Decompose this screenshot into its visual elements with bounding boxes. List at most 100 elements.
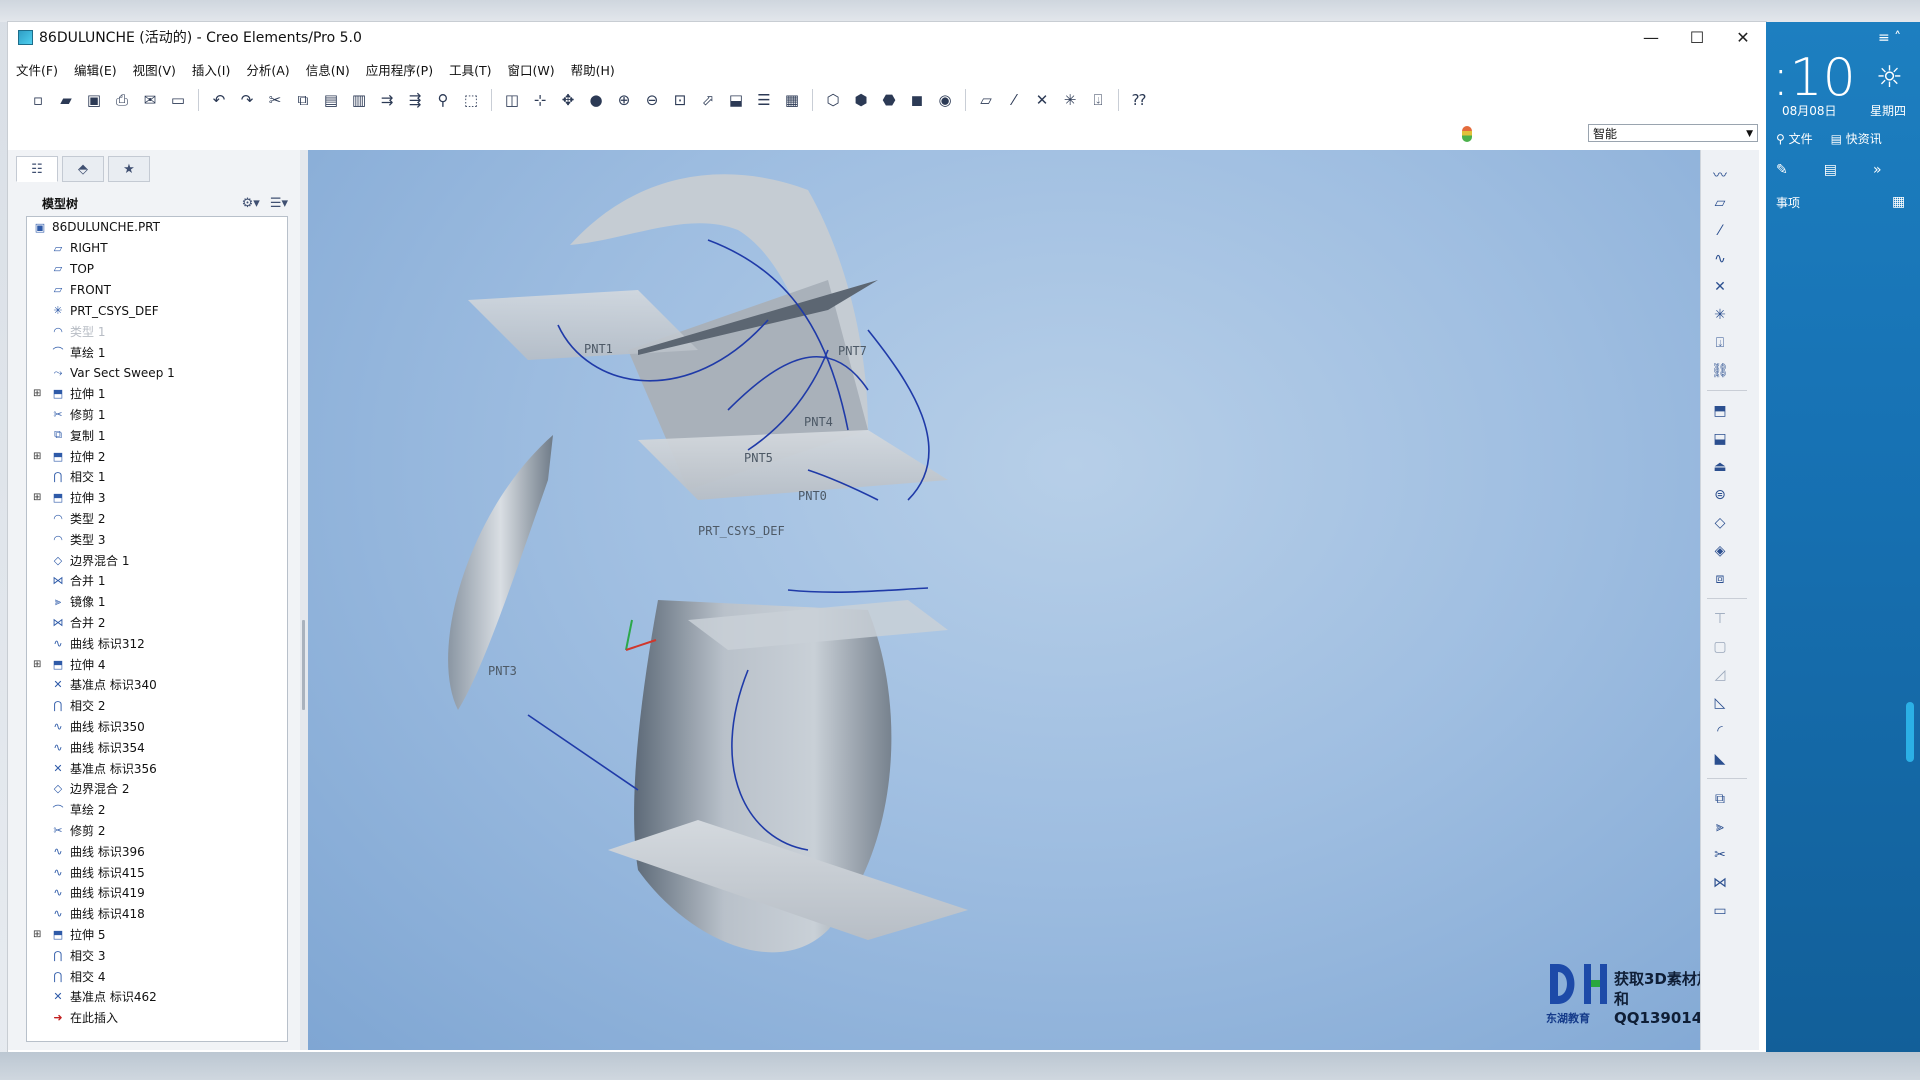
widget-menu-icon[interactable]: ≡ ˄ [1878, 30, 1901, 46]
tree-item[interactable]: ✕ 基准点 标识462 [27, 986, 287, 1007]
notes-icon[interactable]: ✎ [1776, 162, 1788, 178]
refit-icon[interactable]: ⊡ [668, 88, 692, 112]
menu-tools[interactable]: 工具(T) [441, 60, 499, 79]
tree-item[interactable]: ⋂ 相交 1 [27, 467, 287, 488]
paste-icon[interactable]: ▤ [319, 88, 343, 112]
datum-point-display-icon[interactable]: ✕ [1030, 88, 1054, 112]
tree-item[interactable]: ✳ PRT_CSYS_DEF [27, 300, 287, 321]
menu-applications[interactable]: 应用程序(P) [358, 60, 441, 79]
tree-item[interactable]: ▱ FRONT [27, 279, 287, 300]
qr-code-icon[interactable]: ▦ [1892, 194, 1905, 210]
tree-item[interactable]: ▱ RIGHT [27, 238, 287, 259]
favorites-tab-icon[interactable]: ★ [108, 156, 150, 182]
datum-plane-tool-icon[interactable]: ▱ [1709, 192, 1731, 214]
tree-item[interactable]: ⋂ 相交 3 [27, 945, 287, 966]
tree-item[interactable]: ∿ 曲线 标识419 [27, 883, 287, 904]
hidden-line-icon[interactable]: ⬢ [849, 88, 873, 112]
graphics-viewport[interactable]: PNT1 PNT7 PNT4 PNT5 PNT0 PRT_CSYS_DEF PN… [308, 150, 1700, 1050]
tree-item[interactable]: ⌒ 草绘 2 [27, 799, 287, 820]
datum-point-tool-icon[interactable]: ✕ [1709, 276, 1731, 298]
annotation-display-icon[interactable]: ⍗ [1086, 88, 1110, 112]
tree-item[interactable]: ⌒ 草绘 1 [27, 342, 287, 363]
menu-window[interactable]: 窗口(W) [499, 60, 562, 79]
menu-edit[interactable]: 编辑(E) [66, 60, 125, 79]
menu-help[interactable]: 帮助(H) [563, 60, 623, 79]
close-button[interactable]: ✕ [1720, 22, 1766, 52]
tree-item[interactable]: ∿ 曲线 标识312 [27, 633, 287, 654]
send-to-icon[interactable]: ▭ [166, 88, 190, 112]
tree-item[interactable]: ◇ 边界混合 2 [27, 779, 287, 800]
list-icon[interactable]: ▤ [1824, 162, 1837, 178]
tree-item[interactable]: ✂ 修剪 2 [27, 820, 287, 841]
tree-root-item[interactable]: ▣ 86DULUNCHE.PRT [27, 217, 287, 238]
minimize-button[interactable]: — [1628, 22, 1674, 52]
enhanced-realism-icon[interactable]: ◉ [933, 88, 957, 112]
tree-item[interactable]: ⋂ 相交 4 [27, 966, 287, 987]
menu-insert[interactable]: 插入(I) [184, 60, 238, 79]
tree-item[interactable]: ⋈ 合并 2 [27, 612, 287, 633]
shaded-icon[interactable]: ◼ [905, 88, 929, 112]
analysis-tool-icon[interactable]: ⍗ [1709, 332, 1731, 354]
shading-icon[interactable]: ● [584, 88, 608, 112]
expand-icon[interactable]: » [1873, 162, 1882, 178]
merge-tool-icon[interactable]: ⋈ [1709, 872, 1731, 894]
tree-item[interactable]: ▱ TOP [27, 259, 287, 280]
open-folder-icon[interactable]: ▰ [54, 88, 78, 112]
chamfer-tool-icon[interactable]: ◣ [1709, 748, 1731, 770]
mirror-tool-icon[interactable]: ⫸ [1709, 816, 1731, 838]
zoom-out-icon[interactable]: ⊖ [640, 88, 664, 112]
menu-info[interactable]: 信息(N) [298, 60, 358, 79]
widget-news[interactable]: ▤ 快资讯 [1831, 130, 1882, 147]
tree-item[interactable]: ⤳ Var Sect Sweep 1 [27, 363, 287, 384]
view-manager-icon[interactable]: ▦ [780, 88, 804, 112]
blend-tool-icon[interactable]: ⊜ [1709, 484, 1731, 506]
selection-filter-select[interactable]: 智能 ▼ [1588, 124, 1758, 142]
menu-analysis[interactable]: 分析(A) [238, 60, 297, 79]
tree-item[interactable]: ✂ 修剪 1 [27, 404, 287, 425]
var-sweep-tool-icon[interactable]: ⧈ [1709, 568, 1731, 590]
rib-tool-icon[interactable]: ◿ [1709, 664, 1731, 686]
shell-tool-icon[interactable]: ▢ [1709, 636, 1731, 658]
panel-splitter[interactable] [300, 150, 308, 1050]
print-icon[interactable]: ⎙ [110, 88, 134, 112]
save-icon[interactable]: ▣ [82, 88, 106, 112]
spin-center-icon[interactable]: ⊹ [528, 88, 552, 112]
expand-icon[interactable]: ⊞ [33, 451, 43, 462]
copy-icon[interactable]: ⧉ [291, 88, 315, 112]
tree-item[interactable]: ∿ 曲线 标识350 [27, 716, 287, 737]
datum-plane-display-icon[interactable]: ▱ [974, 88, 998, 112]
orient-mode-icon[interactable]: ✥ [556, 88, 580, 112]
tree-item[interactable]: ∿ 曲线 标识415 [27, 862, 287, 883]
regen-manager-icon[interactable]: ⇶ [403, 88, 427, 112]
splitter-grip[interactable] [302, 620, 305, 710]
expand-icon[interactable]: ⊞ [33, 929, 43, 940]
expand-icon[interactable]: ⊞ [33, 388, 43, 399]
layers-icon[interactable]: ☰ [752, 88, 776, 112]
zoom-in-icon[interactable]: ⊕ [612, 88, 636, 112]
tree-item[interactable]: ⊞ ⬒ 拉伸 5 [27, 924, 287, 945]
widget-todo[interactable]: 事项 [1776, 194, 1800, 211]
tree-item[interactable]: ✕ 基准点 标识356 [27, 758, 287, 779]
no-hidden-icon[interactable]: ⬣ [877, 88, 901, 112]
model-tree-tab-icon[interactable]: ☷ [16, 156, 58, 182]
datum-curve-tool-icon[interactable]: ∿ [1709, 248, 1731, 270]
sketch-tool-icon[interactable]: 〰 [1709, 164, 1731, 186]
tree-item[interactable]: ➜ 在此插入 [27, 1007, 287, 1028]
tree-item[interactable]: ◠ 类型 1 [27, 321, 287, 342]
repaint-icon[interactable]: ◫ [500, 88, 524, 112]
tree-item[interactable]: ⧉ 复制 1 [27, 425, 287, 446]
send-mail-icon[interactable]: ✉ [138, 88, 162, 112]
tree-item[interactable]: ⊞ ⬒ 拉伸 3 [27, 487, 287, 508]
cut-icon[interactable]: ✂ [263, 88, 287, 112]
datum-axis-tool-icon[interactable]: ⁄ [1709, 220, 1731, 242]
revolve-tool-icon[interactable]: ⬓ [1709, 428, 1731, 450]
hole-tool-icon[interactable]: ⊤ [1709, 608, 1731, 630]
tree-item[interactable]: ⊞ ⬒ 拉伸 1 [27, 383, 287, 404]
menu-view[interactable]: 视图(V) [125, 60, 184, 79]
widget-search[interactable]: ⚲ 文件 [1776, 130, 1813, 147]
style-tool-icon[interactable]: ◈ [1709, 540, 1731, 562]
tree-item[interactable]: ⫸ 镜像 1 [27, 591, 287, 612]
csys-tool-icon[interactable]: ✳ [1709, 304, 1731, 326]
pattern-tool-icon[interactable]: ⧉ [1709, 788, 1731, 810]
tree-item[interactable]: ⋂ 相交 2 [27, 695, 287, 716]
